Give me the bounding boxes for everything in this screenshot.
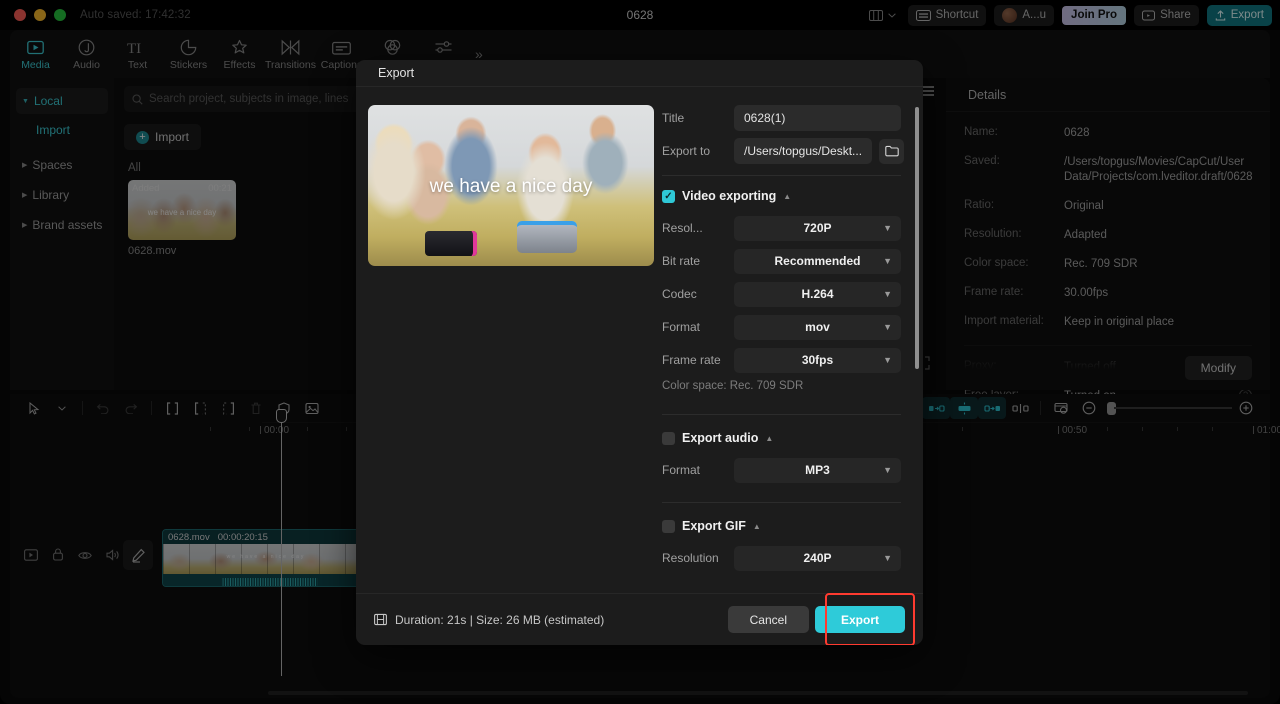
export-dialog-footer: Duration: 21s | Size: 26 MB (estimated) … — [356, 593, 923, 645]
export-audio-checkbox[interactable] — [662, 431, 675, 445]
chevron-down-icon: ▼ — [883, 256, 892, 266]
folder-icon[interactable] — [879, 138, 905, 164]
export-to-label: Export to — [662, 144, 711, 158]
export-settings-scrollbar[interactable] — [915, 107, 919, 369]
format-value: mov — [805, 320, 830, 334]
gamepad-blue — [516, 220, 577, 254]
export-dialog: Export we have a nice day Title 0628(1) … — [356, 60, 923, 645]
codec-select[interactable]: H.264 ▼ — [734, 281, 901, 307]
resolution-label: Resol... — [662, 221, 703, 235]
frame-rate-value: 30fps — [801, 353, 834, 367]
title-input[interactable]: 0628(1) — [734, 105, 901, 131]
export-dialog-body: we have a nice day Title 0628(1) Export … — [356, 87, 923, 593]
chevron-down-icon: ▼ — [883, 465, 892, 475]
gif-resolution-label: Resolution — [662, 551, 719, 565]
chevron-down-icon: ▼ — [883, 289, 892, 299]
field-gif-resolution: Resolution 240P ▼ — [662, 545, 901, 571]
export-audio-section-header: Export audio ▲ — [662, 431, 901, 445]
settings-divider — [662, 175, 901, 176]
bit-rate-label: Bit rate — [662, 254, 701, 268]
resolution-select[interactable]: 720P ▼ — [734, 215, 901, 241]
capcut-window: Auto saved: 17:42:32 0628 Shortcut A...u… — [0, 0, 1280, 704]
video-exporting-section-header: ✓ Video exporting ▲ — [662, 189, 901, 203]
chevron-up-icon[interactable]: ▲ — [753, 522, 761, 531]
format-select[interactable]: mov ▼ — [734, 314, 901, 340]
audio-format-value: MP3 — [805, 463, 830, 477]
settings-divider — [662, 414, 901, 415]
film-icon — [374, 613, 387, 626]
export-dialog-title: Export — [356, 60, 923, 87]
audio-format-label: Format — [662, 463, 701, 477]
export-summary: Duration: 21s | Size: 26 MB (estimated) — [374, 613, 604, 627]
field-format: Format mov ▼ — [662, 314, 901, 340]
frame-rate-select[interactable]: 30fps ▼ — [734, 347, 901, 373]
chevron-up-icon[interactable]: ▲ — [765, 434, 773, 443]
field-frame-rate: Frame rate 30fps ▼ — [662, 347, 901, 373]
title-label: Title — [662, 111, 685, 125]
codec-label: Codec — [662, 287, 697, 301]
bit-rate-select[interactable]: Recommended ▼ — [734, 248, 901, 274]
audio-format-select[interactable]: MP3 ▼ — [734, 457, 901, 483]
gif-resolution-value: 240P — [803, 551, 832, 565]
chevron-up-icon[interactable]: ▲ — [783, 192, 791, 201]
export-preview: we have a nice day — [368, 105, 654, 266]
chevron-down-icon: ▼ — [883, 223, 892, 233]
settings-divider — [662, 502, 901, 503]
color-space-note: Color space: Rec. 709 SDR — [662, 380, 804, 392]
resolution-value: 720P — [803, 221, 832, 235]
chevron-down-icon: ▼ — [883, 553, 892, 563]
export-gif-label: Export GIF — [682, 519, 746, 533]
preview-caption: we have a nice day — [429, 175, 593, 197]
video-exporting-checkbox[interactable]: ✓ — [662, 189, 675, 203]
video-exporting-label: Video exporting — [682, 189, 777, 203]
export-gif-section-header: Export GIF ▲ — [662, 519, 901, 533]
export-to-input[interactable]: /Users/topgus/Deskt... — [734, 138, 873, 164]
export-audio-label: Export audio — [682, 431, 759, 445]
field-export-to: Export to /Users/topgus/Deskt... — [662, 138, 905, 164]
chevron-down-icon: ▼ — [883, 355, 892, 365]
field-bit-rate: Bit rate Recommended ▼ — [662, 248, 901, 274]
frame-rate-label: Frame rate — [662, 353, 721, 367]
field-title: Title 0628(1) — [662, 105, 901, 131]
export-summary-text: Duration: 21s | Size: 26 MB (estimated) — [395, 612, 605, 627]
field-resolution: Resol... 720P ▼ — [662, 215, 901, 241]
export-preview-column: we have a nice day — [356, 105, 656, 593]
export-settings-column: Title 0628(1) Export to /Users/topgus/De… — [656, 105, 923, 593]
export-confirm-button[interactable]: Export — [814, 606, 905, 633]
field-audio-format: Format MP3 ▼ — [662, 457, 901, 483]
gamepad-pink — [425, 230, 477, 257]
bit-rate-value: Recommended — [774, 254, 861, 268]
codec-value: H.264 — [801, 287, 834, 301]
cancel-button[interactable]: Cancel — [727, 606, 809, 633]
format-label: Format — [662, 320, 701, 334]
field-codec: Codec H.264 ▼ — [662, 281, 901, 307]
chevron-down-icon: ▼ — [883, 322, 892, 332]
export-gif-checkbox[interactable] — [662, 519, 675, 533]
gif-resolution-select[interactable]: 240P ▼ — [734, 545, 901, 571]
export-dialog-actions: Cancel Export — [727, 593, 915, 645]
